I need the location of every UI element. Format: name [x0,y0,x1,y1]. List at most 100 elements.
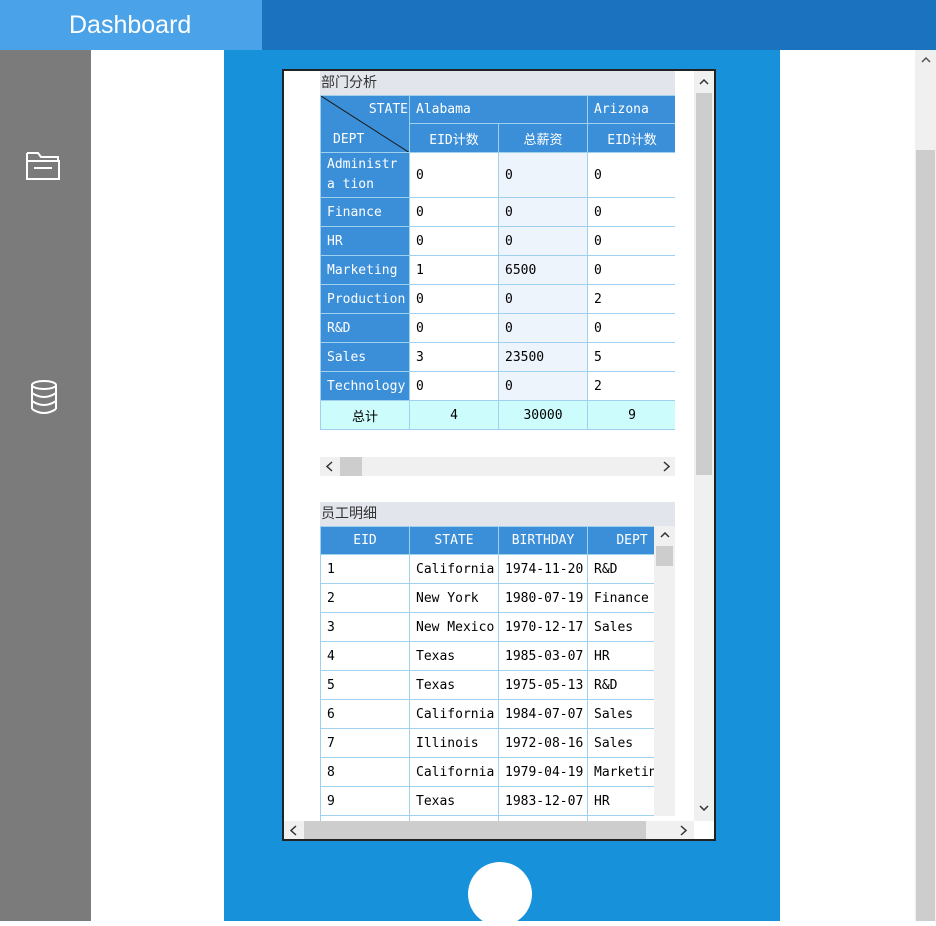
table-row[interactable]: 5 Texas 1975-05-13 R&D [320,670,654,700]
pivot-cell: 0 [409,313,499,343]
pivot-cell: 5 [587,342,675,372]
table-cell: HR [587,786,654,816]
table-cell: California [409,699,499,729]
table-cell: Texas [409,641,499,671]
scroll-down-icon[interactable] [694,799,714,817]
table-cell: Finance [587,583,654,613]
folder-open-icon[interactable] [22,144,66,188]
scroll-up-icon[interactable] [915,50,936,70]
table-cell: 7 [320,728,410,758]
table-cell: California [409,757,499,787]
pivot-table-container: STATE DEPT Alabama Arizona EID计数 总薪资 EID… [320,95,675,430]
page-scroll-thumb[interactable] [916,150,935,921]
table-row[interactable]: 6 California 1984-07-07 Sales [320,699,654,729]
table-row[interactable]: 3 New Mexico 1970-12-17 Sales [320,612,654,642]
pivot-row: Technology 0 0 2 [320,371,675,401]
table-cell: Sales [587,699,654,729]
pivot-cell: 0 [497,197,589,227]
pivot-row: Production 0 0 2 [320,284,675,314]
dept-label: HR [320,226,410,256]
pivot-scroll-thumb[interactable] [340,457,362,476]
pivot-horizontal-scrollbar[interactable] [320,457,675,476]
pivot-cell: 0 [587,255,675,285]
column-header[interactable]: STATE [409,526,499,555]
pivot-cell: 23500 [497,342,589,372]
detail-panel: 员工明细 EID STATE BIRTHDAY DEPT 1 Californi… [320,502,675,826]
column-header[interactable]: DEPT [587,526,654,555]
table-row[interactable]: 4 Texas 1985-03-07 HR [320,641,654,671]
pivot-cell: 3 [409,342,499,372]
pivot-cell: 0 [587,313,675,343]
column-header[interactable]: BIRTHDAY [498,526,588,555]
table-cell: 1984-07-07 [498,699,588,729]
detail-scroll-thumb[interactable] [656,546,673,566]
total-cell: 9 [587,400,675,430]
screen-hscroll-thumb[interactable] [304,821,646,839]
pivot-cell: 0 [409,371,499,401]
detail-table: EID STATE BIRTHDAY DEPT 1 California 197… [320,526,654,826]
home-button[interactable] [468,862,532,926]
table-cell: 1970-12-17 [498,612,588,642]
dept-label: Production [320,284,410,314]
total-label: 总计 [320,400,410,430]
scroll-left-icon[interactable] [284,821,302,839]
pivot-cell: 2 [587,371,675,401]
table-row[interactable]: 2 New York 1980-07-19 Finance [320,583,654,613]
scroll-left-icon[interactable] [320,457,338,476]
table-cell: R&D [587,554,654,584]
table-row[interactable]: 9 Texas 1983-12-07 HR [320,786,654,816]
state-header: Alabama [408,95,589,124]
app-title[interactable]: Dashboard [0,0,262,50]
table-cell: 1985-03-07 [498,641,588,671]
table-cell: R&D [587,670,654,700]
pivot-cell: 0 [587,197,675,227]
corner-dept-label: DEPT [333,132,365,147]
column-header[interactable]: EID [320,526,410,555]
table-cell: 1975-05-13 [498,670,588,700]
dept-label: Finance [320,197,410,227]
table-cell: Illinois [409,728,499,758]
pivot-total-row: 总计 4 30000 9 [320,400,675,430]
dept-label: R&D [320,313,410,343]
scroll-right-icon[interactable] [657,457,675,476]
pivot-cell: 0 [497,226,589,256]
table-row[interactable]: 1 California 1974-11-20 R&D [320,554,654,584]
table-row[interactable]: 8 California 1979-04-19 Marketing [320,757,654,787]
screen-scroll-thumb[interactable] [696,93,712,475]
total-cell: 30000 [497,400,589,430]
pivot-cell: 2 [587,284,675,314]
screen-vertical-scrollbar[interactable] [694,71,714,821]
pivot-cell: 0 [497,284,589,314]
table-cell: California [409,554,499,584]
pivot-cell: 0 [587,152,675,198]
pivot-cell: 0 [409,284,499,314]
scroll-right-icon[interactable] [674,821,692,839]
table-cell: Marketing [587,757,654,787]
table-cell: New York [409,583,499,613]
table-cell: Texas [409,670,499,700]
dept-label: Sales [320,342,410,372]
database-icon[interactable] [22,375,66,419]
table-cell: 1980-07-19 [498,583,588,613]
pivot-row: Administra tion 0 0 0 [320,152,675,198]
scroll-up-icon[interactable] [694,73,714,91]
pivot-title: 部门分析 [320,71,675,95]
phone-screen: 部门分析 STATE DEPT Alabama Arizona EID计数 总薪… [282,69,716,841]
detail-vertical-scrollbar[interactable] [654,526,675,816]
pivot-cell: 0 [409,226,499,256]
pivot-row: Sales 3 23500 5 [320,342,675,372]
page-scrollbar[interactable] [915,50,936,921]
phone-frame: 部门分析 STATE DEPT Alabama Arizona EID计数 总薪… [224,50,780,926]
table-cell: 4 [320,641,410,671]
table-cell: 5 [320,670,410,700]
table-cell: 1 [320,554,410,584]
table-cell: 8 [320,757,410,787]
scroll-up-icon[interactable] [654,526,675,544]
measure-header: EID计数 [587,123,675,153]
table-cell: 1983-12-07 [498,786,588,816]
screen-horizontal-scrollbar[interactable] [284,821,694,839]
table-row[interactable]: 7 Illinois 1972-08-16 Sales [320,728,654,758]
pivot-cell: 0 [497,313,589,343]
measure-header: 总薪资 [497,123,589,153]
pivot-row: HR 0 0 0 [320,226,675,256]
